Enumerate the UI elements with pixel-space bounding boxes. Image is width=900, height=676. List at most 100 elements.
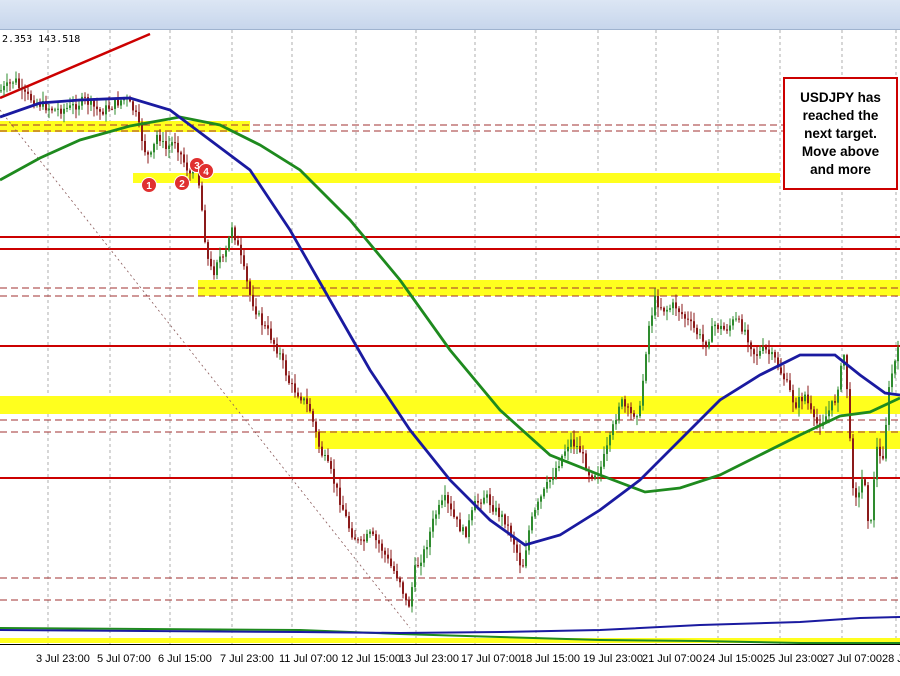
candle-body bbox=[78, 105, 80, 110]
candle-body bbox=[471, 510, 473, 521]
candle-body bbox=[402, 582, 404, 594]
candle-body bbox=[750, 342, 752, 350]
candle-body bbox=[555, 468, 557, 478]
candle-body bbox=[741, 319, 743, 332]
candle-body bbox=[876, 446, 878, 480]
candle-body bbox=[405, 593, 407, 601]
candle-body bbox=[642, 380, 644, 406]
candle-body bbox=[204, 210, 206, 243]
candle-body bbox=[732, 319, 734, 326]
candle-body bbox=[675, 302, 677, 309]
candle-body bbox=[606, 445, 608, 454]
yellow-zone bbox=[0, 396, 900, 414]
candle-body bbox=[336, 483, 338, 488]
x-tick-label: 25 Jul 23:00 bbox=[763, 653, 823, 665]
candle-body bbox=[255, 306, 257, 315]
candle-body bbox=[813, 409, 815, 418]
candle-body bbox=[324, 455, 326, 457]
candle-body bbox=[114, 99, 116, 109]
candle-body bbox=[552, 477, 554, 481]
candle-body bbox=[432, 518, 434, 532]
candle-body bbox=[57, 108, 59, 110]
candle-body bbox=[261, 313, 263, 326]
candle-body bbox=[306, 398, 308, 404]
candle-body bbox=[288, 375, 290, 384]
candle-body bbox=[399, 578, 401, 583]
candle-body bbox=[735, 318, 737, 320]
candle-body bbox=[24, 89, 26, 92]
candle-body bbox=[342, 504, 344, 510]
candle-body bbox=[84, 96, 86, 98]
candle-body bbox=[780, 367, 782, 374]
candle-body bbox=[705, 341, 707, 348]
candle-body bbox=[378, 540, 380, 544]
candle-body bbox=[360, 539, 362, 541]
candle-body bbox=[627, 406, 629, 408]
candle-body bbox=[138, 111, 140, 123]
candle-body bbox=[564, 451, 566, 456]
candle-body bbox=[807, 394, 809, 404]
candle-body bbox=[477, 500, 479, 503]
candle-body bbox=[621, 399, 623, 407]
x-axis: 3 Jul 23:00 5 Jul 07:00 6 Jul 15:00 7 Jul 2… bbox=[0, 644, 900, 676]
candle-body bbox=[789, 380, 791, 391]
candle-body bbox=[237, 240, 239, 245]
candle-body bbox=[153, 144, 155, 153]
candle-body bbox=[567, 446, 569, 452]
price-chart[interactable]: 1 234 bbox=[0, 30, 900, 644]
candle-body bbox=[468, 520, 470, 537]
candle-body bbox=[384, 550, 386, 555]
candle-body bbox=[108, 105, 110, 109]
candle-body bbox=[609, 435, 611, 446]
candle-body bbox=[495, 507, 497, 512]
candle-body bbox=[870, 520, 872, 522]
candle-body bbox=[279, 353, 281, 355]
candle-body bbox=[189, 170, 191, 174]
candle-body bbox=[714, 324, 716, 327]
candle-body bbox=[366, 533, 368, 542]
candle-body bbox=[729, 325, 731, 331]
candle-body bbox=[372, 531, 374, 535]
candle-body bbox=[684, 314, 686, 319]
candle-body bbox=[702, 334, 704, 342]
candle-body bbox=[99, 109, 101, 112]
candle-body bbox=[168, 145, 170, 149]
candle-body bbox=[486, 494, 488, 498]
candle-body bbox=[18, 78, 20, 89]
ma-lower-blue bbox=[0, 616, 900, 635]
yellow-zones bbox=[0, 121, 900, 643]
candle-body bbox=[438, 504, 440, 515]
candle-body bbox=[375, 534, 377, 541]
candle-body bbox=[441, 500, 443, 505]
candle-body bbox=[27, 91, 29, 94]
candle-body bbox=[75, 104, 77, 110]
candle-body bbox=[315, 421, 317, 433]
candle-body bbox=[882, 455, 884, 459]
candle-body bbox=[270, 328, 272, 340]
candle-body bbox=[648, 325, 650, 355]
candle-body bbox=[747, 329, 749, 343]
candle-body bbox=[795, 402, 797, 408]
candle-body bbox=[363, 539, 365, 542]
candle-body bbox=[657, 295, 659, 308]
candles bbox=[0, 71, 899, 613]
candle-body bbox=[72, 104, 74, 106]
candle-body bbox=[771, 352, 773, 355]
candle-body bbox=[417, 565, 419, 567]
x-tick-label: 13 Jul 23:00 bbox=[399, 653, 459, 665]
candle-body bbox=[501, 514, 503, 517]
candle-body bbox=[654, 295, 656, 316]
candle-body bbox=[636, 416, 638, 418]
candle-body bbox=[390, 558, 392, 567]
candle-body bbox=[177, 142, 179, 153]
candle-body bbox=[105, 105, 107, 115]
x-tick-label: 19 Jul 23:00 bbox=[583, 653, 643, 665]
candle-body bbox=[744, 329, 746, 332]
candle-body bbox=[549, 480, 551, 482]
candle-body bbox=[519, 552, 521, 566]
candle-body bbox=[132, 101, 134, 111]
candle-body bbox=[186, 162, 188, 171]
yellow-zone bbox=[133, 173, 780, 183]
candle-body bbox=[855, 488, 857, 498]
candle-body bbox=[573, 439, 575, 447]
